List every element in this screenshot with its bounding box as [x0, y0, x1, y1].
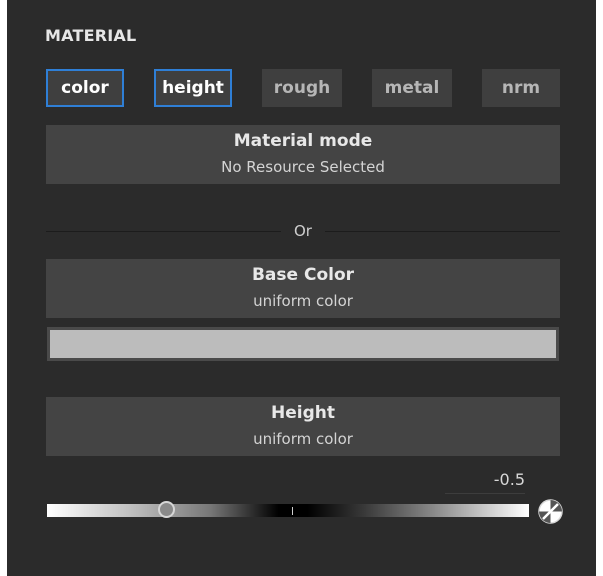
- height-gradient-slider[interactable]: [47, 501, 529, 518]
- material-tabs: color height rough metal nrm: [46, 69, 560, 107]
- base-color-mode: uniform color: [253, 292, 353, 310]
- tab-metal[interactable]: metal: [372, 69, 452, 107]
- height-title: Height: [271, 403, 335, 423]
- tab-rough[interactable]: rough: [262, 69, 342, 107]
- base-color-title: Base Color: [251, 265, 355, 285]
- tab-height[interactable]: height: [154, 69, 232, 107]
- base-color-swatch[interactable]: [47, 327, 559, 361]
- material-panel: MATERIAL color height rough metal nrm Ma…: [7, 0, 596, 576]
- tab-nrm[interactable]: nrm: [482, 69, 560, 107]
- or-divider-label: Or: [281, 221, 325, 241]
- height-mode: uniform color: [253, 430, 353, 448]
- material-mode-button[interactable]: Material mode No Resource Selected: [46, 125, 560, 184]
- reset-circle-icon[interactable]: [537, 498, 564, 525]
- material-mode-title: Material mode: [233, 131, 373, 151]
- panel-title: MATERIAL: [45, 26, 137, 45]
- circle-handle-icon[interactable]: [158, 501, 175, 518]
- material-mode-status: No Resource Selected: [221, 158, 385, 176]
- height-button[interactable]: Height uniform color: [46, 397, 560, 456]
- height-value-field[interactable]: -0.5: [445, 470, 525, 494]
- base-color-button[interactable]: Base Color uniform color: [46, 259, 560, 318]
- slider-center-tick: [292, 507, 293, 515]
- tab-color[interactable]: color: [46, 69, 124, 107]
